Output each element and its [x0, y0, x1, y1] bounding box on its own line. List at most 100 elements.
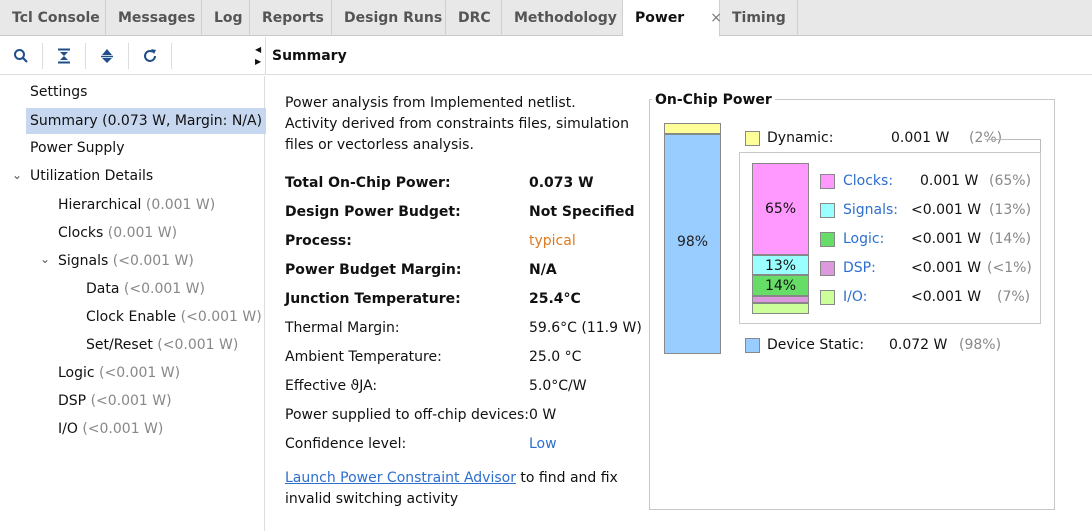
- clocks-value: 0.001 W: [920, 173, 979, 189]
- collapse-all-icon[interactable]: [53, 45, 75, 67]
- navigation-tree: Settings Summary (0.073 W, Margin: N/A) …: [0, 76, 267, 531]
- tree-item-value: (<0.001 W): [112, 253, 194, 269]
- tree-item-clock-enable[interactable]: Clock Enable (<0.001 W): [82, 304, 266, 330]
- process-value: typical: [529, 233, 576, 249]
- dsp-percent: (<1%): [987, 260, 1032, 276]
- tree-item-set-reset[interactable]: Set/Reset (<0.001 W): [82, 332, 242, 358]
- splitter-arrows-icon[interactable]: ◀ ▶: [255, 44, 265, 70]
- logic-bar-segment: 14%: [752, 275, 809, 296]
- tree-item-hierarchical[interactable]: Hierarchical (0.001 W): [54, 192, 219, 218]
- tab-drc[interactable]: DRC: [446, 0, 502, 36]
- thermal-margin-label: Thermal Margin:: [285, 320, 400, 336]
- tree-toolbar: [0, 37, 265, 75]
- tree-item-logic[interactable]: Logic (<0.001 W): [54, 360, 184, 386]
- toolbar-divider: [128, 42, 129, 69]
- tree-item-value: (0.001 W): [145, 197, 216, 213]
- chevron-down-icon[interactable]: ⌄: [40, 252, 50, 266]
- confidence-value-link[interactable]: Low: [529, 436, 557, 452]
- io-swatch: [820, 290, 835, 305]
- tab-log[interactable]: Log: [202, 0, 250, 36]
- tree-item-dsp[interactable]: DSP (<0.001 W): [54, 388, 176, 414]
- power-budget-value: Not Specified: [529, 204, 635, 220]
- expand-all-icon[interactable]: [96, 45, 118, 67]
- logic-swatch: [820, 232, 835, 247]
- tree-item-value: (<0.001 W): [82, 421, 164, 437]
- tree-item-io[interactable]: I/O (<0.001 W): [54, 416, 167, 442]
- tree-item-label: I/O: [58, 421, 78, 437]
- clocks-bar-label: 65%: [764, 201, 797, 217]
- tree-item-utilization-details[interactable]: Utilization Details: [26, 163, 157, 189]
- offchip-power-value: 0 W: [529, 407, 557, 423]
- io-bar-segment: 7%: [752, 303, 809, 314]
- io-value: <0.001 W: [911, 289, 982, 305]
- tree-item-label: Clock Enable: [86, 309, 177, 325]
- signals-swatch: [820, 203, 835, 218]
- tab-messages[interactable]: Messages: [106, 0, 202, 36]
- tree-item-label: Signals: [58, 253, 109, 269]
- toolbar-divider: [171, 42, 172, 69]
- dynamic-swatch: [745, 131, 760, 146]
- tree-item-value: (0.001 W): [107, 225, 178, 241]
- clocks-swatch: [820, 174, 835, 189]
- logic-value: <0.001 W: [911, 231, 982, 247]
- tree-item-signals[interactable]: Signals (<0.001 W): [54, 248, 198, 274]
- chevron-down-icon[interactable]: ⌄: [12, 168, 22, 182]
- tree-item-label: Clocks: [58, 225, 104, 241]
- dsp-value: <0.001 W: [911, 260, 982, 276]
- clocks-link[interactable]: Clocks:: [843, 173, 893, 189]
- power-budget-label: Design Power Budget:: [285, 204, 461, 220]
- tree-item-data[interactable]: Data (<0.001 W): [82, 276, 209, 302]
- tab-methodology[interactable]: Methodology: [502, 0, 623, 36]
- tab-design-runs[interactable]: Design Runs: [332, 0, 446, 36]
- ambient-temp-label: Ambient Temperature:: [285, 349, 442, 365]
- offchip-power-label: Power supplied to off-chip devices:: [285, 407, 530, 423]
- device-static-bar-segment: 98%: [664, 134, 721, 354]
- junction-temp-label: Junction Temperature:: [285, 291, 461, 307]
- tree-item-summary[interactable]: Summary (0.073 W, Margin: N/A): [26, 108, 267, 134]
- launch-advisor-link[interactable]: Launch Power Constraint Advisor: [285, 470, 516, 486]
- dynamic-percent: (2%): [969, 130, 1003, 146]
- tab-bar: Tcl Console Messages Log Reports Design …: [0, 0, 1092, 37]
- logic-link[interactable]: Logic:: [843, 231, 884, 247]
- analysis-intro-text: Power analysis from Implemented netlist.…: [285, 95, 629, 153]
- dsp-link[interactable]: DSP:: [843, 260, 876, 276]
- tree-item-settings[interactable]: Settings: [26, 79, 91, 105]
- tab-reports[interactable]: Reports: [250, 0, 332, 36]
- tab-power[interactable]: Power ×: [623, 0, 722, 37]
- dynamic-value: 0.001 W: [891, 130, 950, 146]
- process-label: Process:: [285, 233, 352, 249]
- effective-theta-value: 5.0°C/W: [529, 378, 587, 394]
- tab-tcl-console[interactable]: Tcl Console: [0, 0, 106, 36]
- signals-value: <0.001 W: [911, 202, 982, 218]
- tree-item-value: (<0.001 W): [123, 281, 205, 297]
- signals-link[interactable]: Signals:: [843, 202, 898, 218]
- search-icon[interactable]: [10, 45, 32, 67]
- tree-item-label: Data: [86, 281, 120, 297]
- tree-item-label: Logic: [58, 365, 95, 381]
- on-chip-power-title: On-Chip Power: [652, 92, 775, 108]
- refresh-icon[interactable]: [139, 45, 161, 67]
- ambient-temp-value: 25.0 °C: [529, 349, 582, 365]
- budget-margin-label: Power Budget Margin:: [285, 262, 462, 278]
- tree-item-value: (<0.001 W): [157, 337, 239, 353]
- device-static-percent: (98%): [959, 337, 1002, 353]
- dsp-bar-segment: [752, 296, 809, 303]
- logic-percent: (14%): [989, 231, 1032, 247]
- clocks-percent: (65%): [989, 173, 1032, 189]
- total-power-label: Total On-Chip Power:: [285, 175, 451, 191]
- advisor-note: Launch Power Constraint Advisor to find …: [285, 468, 625, 510]
- tree-item-power-supply[interactable]: Power Supply: [26, 135, 129, 161]
- budget-margin-value: N/A: [529, 262, 557, 278]
- tree-item-clocks[interactable]: Clocks (0.001 W): [54, 220, 181, 246]
- tree-item-value: (<0.001 W): [99, 365, 181, 381]
- confidence-label: Confidence level:: [285, 436, 407, 452]
- tab-timing[interactable]: Timing: [720, 0, 798, 36]
- tree-item-value: (<0.001 W): [90, 393, 172, 409]
- page-title: Summary: [265, 37, 1092, 75]
- device-static-label: Device Static:: [767, 337, 865, 353]
- tab-power-label: Power: [635, 10, 685, 26]
- signals-percent: (13%): [989, 202, 1032, 218]
- dynamic-bar-segment: [664, 123, 721, 134]
- tree-item-label: Hierarchical: [58, 197, 142, 213]
- io-link[interactable]: I/O:: [843, 289, 867, 305]
